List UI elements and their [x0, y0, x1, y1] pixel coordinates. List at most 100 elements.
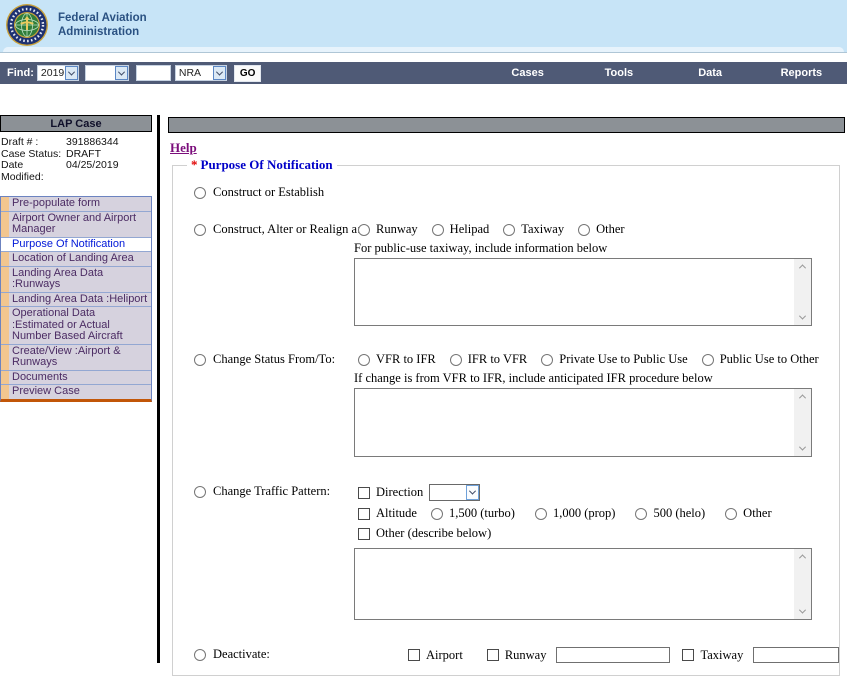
traffic-other-group: Other (describe below) — [358, 526, 491, 541]
scroll-up-icon[interactable] — [799, 264, 806, 271]
find-secondary-select[interactable] — [85, 65, 129, 81]
find-case-type-select[interactable]: NRA — [175, 65, 227, 81]
find-number-input[interactable] — [136, 65, 171, 81]
radio-runway[interactable] — [358, 224, 370, 236]
radio-taxiway[interactable] — [503, 224, 515, 236]
checkbox-deactivate-taxiway[interactable] — [682, 649, 694, 661]
nav-create-view-airport-runways[interactable]: Create/View :Airport & Runways — [1, 345, 151, 371]
radio-change-status[interactable] — [194, 354, 206, 366]
nav-strip — [1, 385, 9, 399]
alter-row: Construct, Alter or Realign a: Runway He… — [181, 222, 839, 237]
status-option-ifr-to-vfr: IFR to VFR — [450, 352, 528, 367]
radio-vfr-to-ifr[interactable] — [358, 354, 370, 366]
nav-airport-owner-manager[interactable]: Airport Owner and Airport Manager — [1, 212, 151, 238]
find-toolbar: Find: 2019 NRA GO Cases Tools Data Repor… — [0, 62, 847, 84]
chevron-down-icon — [213, 66, 226, 80]
radio-helipad[interactable] — [432, 224, 444, 236]
radio-private-to-public[interactable] — [541, 354, 553, 366]
chevron-down-icon — [115, 66, 128, 80]
nav-location-of-landing-area[interactable]: Location of Landing Area — [1, 252, 151, 267]
altitude-group: Altitude — [358, 506, 417, 521]
traffic-label: Change Traffic Pattern: — [213, 484, 330, 499]
radio-500-helo[interactable] — [635, 508, 647, 520]
direction-line: Direction — [358, 484, 839, 501]
status-option-vfr-to-ifr: VFR to IFR — [358, 352, 436, 367]
altitude-option-500: 500 (helo) — [635, 506, 705, 521]
menu-reports[interactable]: Reports — [756, 62, 847, 84]
scrollbar[interactable] — [794, 389, 811, 456]
required-asterisk: * — [191, 157, 198, 172]
scrollbar[interactable] — [794, 549, 811, 619]
menu-cases[interactable]: Cases — [482, 62, 573, 84]
altitude-option-other: Other — [725, 506, 771, 521]
ifr-note: If change is from VFR to IFR, include an… — [354, 371, 839, 386]
radio-public-to-other[interactable] — [702, 354, 714, 366]
help-link[interactable]: Help — [170, 140, 197, 156]
radio-change-traffic-pattern[interactable] — [194, 486, 206, 498]
deactivate-taxiway-input[interactable] — [753, 647, 839, 663]
checkbox-traffic-other[interactable] — [358, 528, 370, 540]
deactivate-label: Deactivate: — [213, 647, 270, 662]
ifr-procedure-textarea[interactable] — [354, 388, 812, 457]
nav-strip — [1, 293, 9, 307]
checkbox-deactivate-airport[interactable] — [408, 649, 420, 661]
radio-alter-other[interactable] — [578, 224, 590, 236]
status-option-private-to-public: Private Use to Public Use — [541, 352, 687, 367]
radio-deactivate[interactable] — [194, 649, 206, 661]
section-title: Purpose Of Notification — [201, 157, 333, 172]
find-year-select[interactable]: 2019 — [37, 65, 79, 81]
alter-option-other: Other — [578, 222, 624, 237]
case-info: Draft # : 391886344 Case Status: DRAFT D… — [0, 132, 152, 185]
checkbox-direction[interactable] — [358, 487, 370, 499]
alter-option-helipad: Helipad — [432, 222, 490, 237]
date-modified-value: 04/25/2019 — [66, 160, 119, 183]
deactivate-runway-input[interactable] — [556, 647, 670, 663]
nav-strip — [1, 307, 9, 344]
nav-pre-populate-form[interactable]: Pre-populate form — [1, 197, 151, 212]
nav-strip — [1, 197, 9, 211]
status-row: Change Status From/To: VFR to IFR IFR to… — [181, 352, 839, 367]
content-title-bar — [168, 117, 845, 133]
find-label: Find: — [7, 67, 34, 79]
nav-purpose-of-notification[interactable]: Purpose Of Notification — [1, 238, 151, 253]
taxiway-note: For public-use taxiway, include informat… — [354, 241, 839, 256]
radio-construct-alter-realign[interactable] — [194, 224, 206, 236]
construct-row: Construct or Establish — [181, 185, 839, 200]
checkbox-deactivate-runway[interactable] — [487, 649, 499, 661]
nav-documents[interactable]: Documents — [1, 371, 151, 386]
traffic-other-line: Other (describe below) — [358, 526, 839, 541]
radio-1000-prop[interactable] — [535, 508, 547, 520]
deactivate-taxiway-group: Taxiway — [682, 647, 839, 663]
direction-select[interactable] — [429, 484, 480, 501]
nav-operational-data[interactable]: Operational Data :Estimated or Actual Nu… — [1, 307, 151, 345]
traffic-other-textarea[interactable] — [354, 548, 812, 620]
status-label: Change Status From/To: — [213, 352, 335, 367]
chevron-down-icon — [65, 66, 78, 80]
scrollbar[interactable] — [794, 259, 811, 325]
direction-group: Direction — [358, 485, 423, 500]
menu-tools[interactable]: Tools — [573, 62, 664, 84]
traffic-row: Change Traffic Pattern: Direction — [181, 484, 839, 546]
construct-label: Construct or Establish — [213, 185, 324, 200]
radio-construct-or-establish[interactable] — [194, 187, 206, 199]
scroll-down-icon[interactable] — [799, 313, 806, 320]
agency-name: Federal Aviation Administration — [58, 11, 147, 39]
scroll-up-icon[interactable] — [799, 554, 806, 561]
nav-preview-case[interactable]: Preview Case — [1, 385, 151, 399]
alter-label: Construct, Alter or Realign a: — [213, 222, 361, 237]
scroll-up-icon[interactable] — [799, 394, 806, 401]
go-button[interactable]: GO — [234, 65, 262, 82]
radio-altitude-other[interactable] — [725, 508, 737, 520]
menu-data[interactable]: Data — [665, 62, 756, 84]
scroll-down-icon[interactable] — [799, 607, 806, 614]
radio-ifr-to-vfr[interactable] — [450, 354, 462, 366]
nav-landing-area-heliport[interactable]: Landing Area Data :Heliport — [1, 293, 151, 308]
nav-strip — [1, 267, 9, 292]
altitude-line: Altitude 1,500 (turbo) 1,000 (prop) 500 … — [358, 506, 839, 521]
draft-number-value: 391886344 — [66, 137, 119, 149]
taxiway-info-textarea[interactable] — [354, 258, 812, 326]
scroll-down-icon[interactable] — [799, 444, 806, 451]
checkbox-altitude[interactable] — [358, 508, 370, 520]
nav-landing-area-runways[interactable]: Landing Area Data :Runways — [1, 267, 151, 293]
radio-1500-turbo[interactable] — [431, 508, 443, 520]
